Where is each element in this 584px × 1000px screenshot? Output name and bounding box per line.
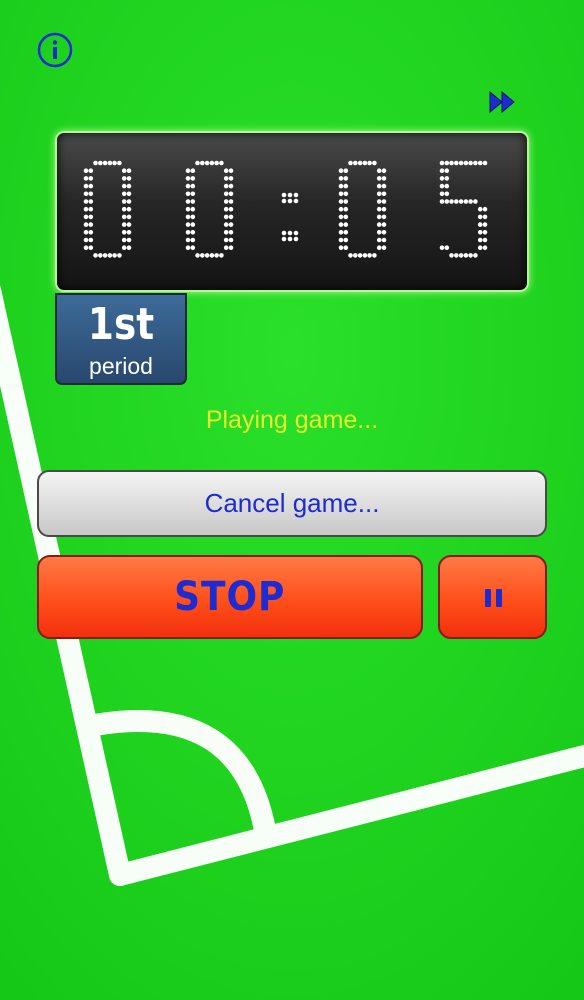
game-status-text: Playing game... (205, 406, 379, 434)
info-button[interactable] (37, 32, 73, 68)
clock-digit-4 (439, 160, 488, 258)
cancel-game-button[interactable]: Cancel game... (37, 470, 547, 537)
period-label: period (89, 353, 153, 379)
clock-digits (83, 160, 488, 258)
stop-button[interactable]: STOP (37, 555, 423, 639)
pause-icon (485, 589, 503, 607)
clock-colon (281, 192, 299, 242)
game-clock (55, 131, 529, 292)
clock-digit-2 (185, 160, 234, 258)
stop-button-label: STOP (174, 574, 286, 620)
period-badge: 1st period (55, 293, 187, 385)
clock-digit-3 (338, 160, 387, 258)
info-circle-icon (37, 32, 73, 68)
clock-digit-1 (83, 160, 132, 258)
fast-forward-button[interactable] (486, 88, 522, 116)
fast-forward-icon (489, 90, 515, 114)
period-number: 1st (87, 299, 155, 350)
pause-button[interactable] (438, 555, 547, 639)
